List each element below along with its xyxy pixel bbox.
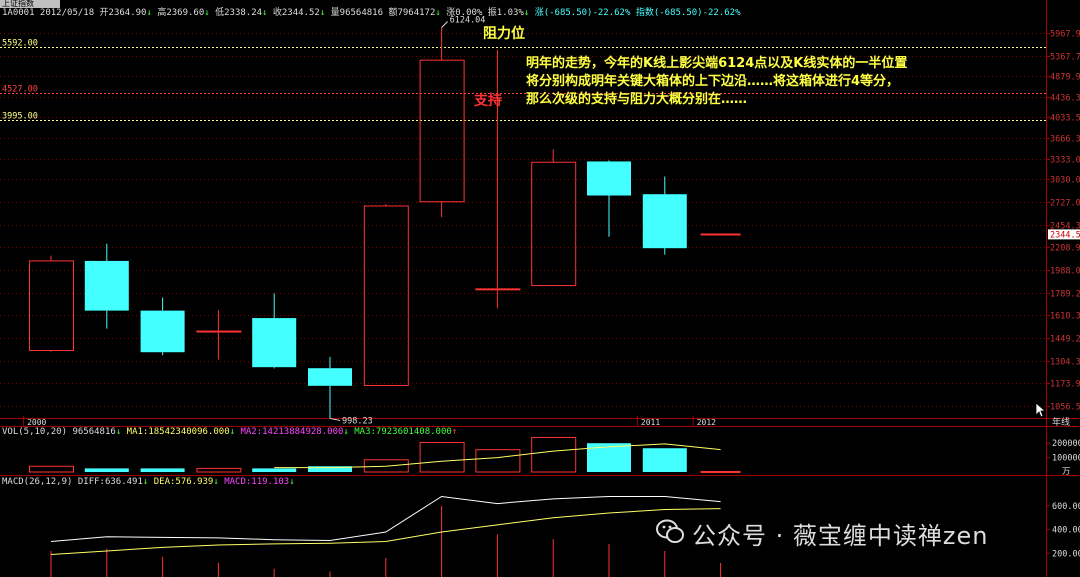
high-marker-line xyxy=(441,21,448,28)
candle-body xyxy=(308,368,352,386)
candle-body xyxy=(252,318,297,368)
macd-diff-line xyxy=(50,495,721,542)
key-level-label: 3995.00 xyxy=(2,112,38,122)
candle-body xyxy=(587,161,631,196)
support-label: 支持 xyxy=(474,93,502,109)
change-pct: 涨0.00% xyxy=(446,8,483,18)
macd-dea: DEA:576.939 xyxy=(153,477,214,487)
candle-body xyxy=(642,194,687,249)
rise-value: 涨(-685.50)-22.62% xyxy=(534,8,631,18)
candle-body xyxy=(140,310,185,353)
price-tick-label: 2208.9 xyxy=(1050,244,1080,254)
high-price: 高2369.60 xyxy=(157,8,205,18)
macd-tick-label: 600.00 xyxy=(1052,502,1080,512)
quote-info-line: 1A0001 2012/05/18 开2364.90↓ 高2369.60↓ 低2… xyxy=(2,8,741,18)
year-label: 2000 xyxy=(27,418,46,427)
price-tick-label: 1449.2 xyxy=(1050,335,1080,345)
volume-header: VOL(5,10,20) 96564816↓ MA1:18542340096.0… xyxy=(2,427,458,437)
macd-header: MACD(26,12,9) DIFF:636.491↓ DEA:576.939↓… xyxy=(2,477,295,487)
price-tick-label: 5967.9 xyxy=(1050,30,1080,40)
vol-value: 96564816 xyxy=(72,427,116,437)
volume-bar xyxy=(531,436,577,473)
volume-bar xyxy=(140,468,185,472)
vol-unit-label: 万 xyxy=(1062,467,1071,477)
price-tick-label: 2727.0 xyxy=(1050,199,1080,209)
key-level-label: 5592.00 xyxy=(2,39,38,49)
wechat-icon xyxy=(656,519,684,543)
candle-body xyxy=(475,288,521,291)
resistance-label: 阻力位 xyxy=(483,26,525,42)
price-tick-label: 1610.3 xyxy=(1050,312,1080,322)
vol-ma3: MA3:7923601408.000 xyxy=(354,427,452,437)
year-label: 2011 xyxy=(641,418,660,427)
watermark-text: 公众号 · 薇宝缠中读禅zen xyxy=(692,522,989,550)
macd-name: MACD(26,12,9) xyxy=(2,477,73,487)
window-title: 上证指数 xyxy=(0,0,60,8)
trading-chart-window: 5967.9 5367.7 4879.9 4436.3 4033.5 3666.3 3333… xyxy=(0,0,1080,577)
macd-tick-label: 200.00 xyxy=(1052,549,1080,559)
price-tick-label: 4436.3 xyxy=(1050,94,1080,104)
candle-body xyxy=(84,260,129,311)
mouse-cursor-icon xyxy=(1035,402,1047,418)
vol-name: VOL(5,10,20) xyxy=(2,427,68,437)
candle-body xyxy=(29,260,74,351)
close-price: 收2344.52 xyxy=(272,8,320,18)
macd-macd: MACD:119.103 xyxy=(224,477,290,487)
price-tick-label: 4033.5 xyxy=(1050,114,1080,124)
axis-bottom-label: 年线 xyxy=(1052,416,1070,428)
vol-tick-label: 100000 xyxy=(1052,454,1080,464)
volume-bar xyxy=(475,449,521,473)
volume-bar xyxy=(84,468,129,472)
annotation-line-2: 将分别构成明年关键大箱体的上下边沿……将这箱体进行4等分， xyxy=(526,74,900,89)
price-tick-label: 1173.9 xyxy=(1050,380,1080,390)
price-tick-label: 4879.9 xyxy=(1050,73,1080,83)
current-price-label: 2344.5 xyxy=(1050,230,1080,240)
low-marker-label: 998.23 xyxy=(342,416,373,426)
annotation-line-1: 明年的走势，今年的K线上影尖端6124点以及K线实体的一半位置 xyxy=(526,56,908,71)
key-level-label: 4527.00 xyxy=(2,85,38,95)
macd-tick-label: 400.00 xyxy=(1052,526,1080,536)
open-price: 开2364.90 xyxy=(99,8,147,18)
price-tick-label: 3666.3 xyxy=(1050,135,1080,145)
price-tick-label: 1304.3 xyxy=(1050,358,1080,368)
price-tick-label: 3333.0 xyxy=(1050,156,1080,166)
candle-body xyxy=(419,59,465,203)
price-tick-label: 1789.2 xyxy=(1050,290,1080,300)
amount-value: 额7964172 xyxy=(388,8,436,18)
macd-diff: DIFF:636.491 xyxy=(77,477,143,487)
price-tick-label: 1056.5 xyxy=(1050,403,1080,413)
candle-body xyxy=(196,330,242,333)
low-price: 低2338.24 xyxy=(215,8,263,18)
amplitude: 振1.03% xyxy=(487,8,524,18)
volume-bar xyxy=(642,448,687,472)
year-label: 2012 xyxy=(697,418,716,427)
vol-ma2: MA2:14213884928.000 xyxy=(240,427,344,437)
volume-value: 量96564816 xyxy=(330,8,384,18)
annotation-line-3: 那么次级的支持与阻力大概分别在…… xyxy=(526,92,748,107)
price-tick-label: 1988.0 xyxy=(1050,267,1080,277)
index-value: 指数(-685.50)-22.62% xyxy=(635,8,741,18)
price-tick-label: 3030.0 xyxy=(1050,176,1080,186)
volume-bar xyxy=(29,465,74,473)
vol-tick-label: 200000 xyxy=(1052,439,1080,449)
volume-bar xyxy=(196,467,242,473)
volume-bar xyxy=(419,441,465,473)
vol-ma1: MA1:18542340096.000 xyxy=(126,427,230,437)
price-tick-label: 5367.7 xyxy=(1050,53,1080,63)
candle-body xyxy=(363,205,409,386)
candle-body xyxy=(531,161,577,287)
annotation-text: 明年的走势，今年的K线上影尖端6124点以及K线实体的一半位置 将分别构成明年关… xyxy=(526,55,907,109)
code-date: 1A0001 2012/05/18 xyxy=(2,8,95,18)
volume-bar xyxy=(252,468,297,472)
